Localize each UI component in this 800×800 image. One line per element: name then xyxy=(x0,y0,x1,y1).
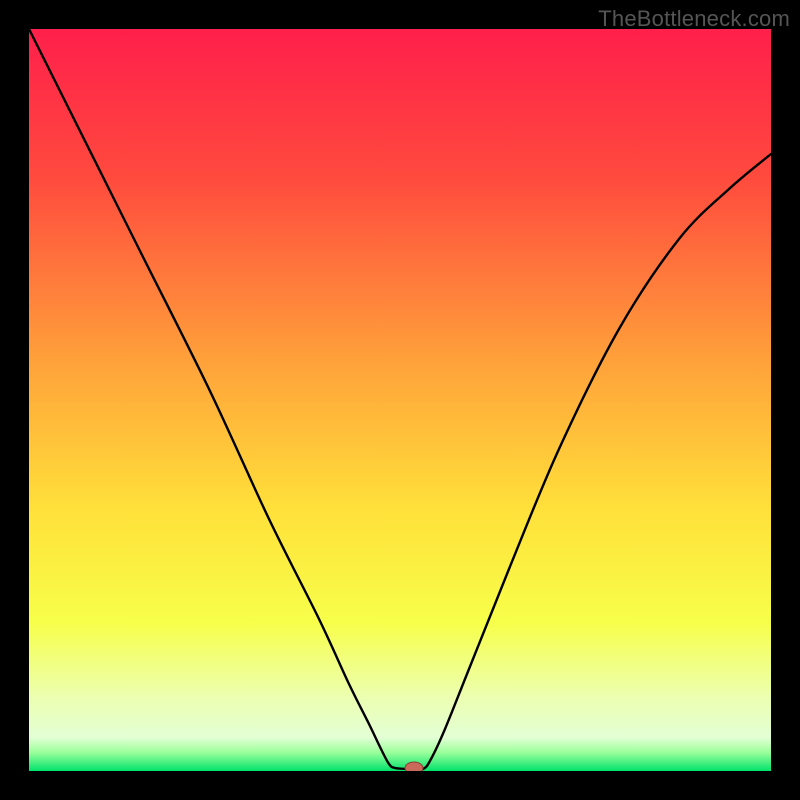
bottleneck-chart xyxy=(29,29,771,771)
gradient-background xyxy=(29,29,771,771)
chart-frame: TheBottleneck.com xyxy=(0,0,800,800)
optimal-point-marker xyxy=(405,762,423,771)
plot-area xyxy=(29,29,771,771)
